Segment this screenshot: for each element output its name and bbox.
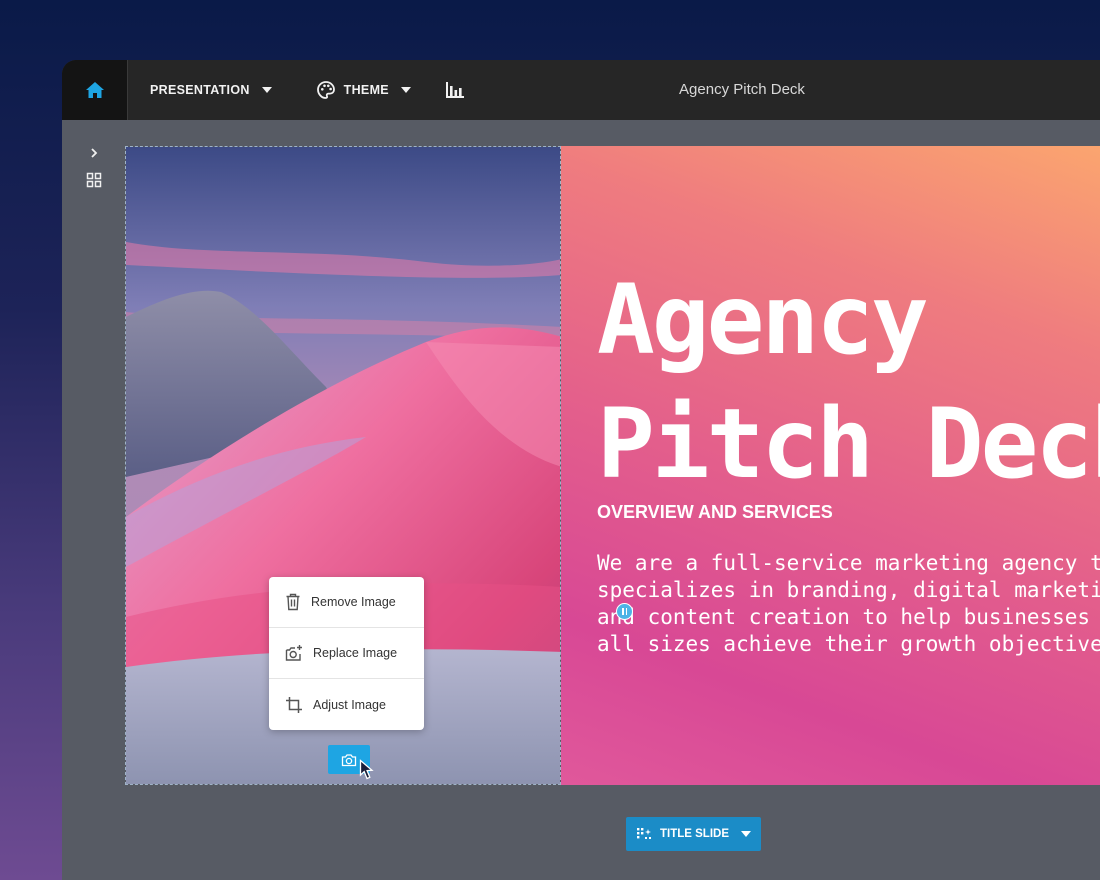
slide-subtitle[interactable]: OVERVIEW AND SERVICES: [597, 502, 833, 523]
mouse-cursor-icon: [359, 759, 374, 780]
slide-title[interactable]: Agency Pitch Deck: [597, 258, 1100, 506]
adjust-image-label: Adjust Image: [313, 697, 386, 712]
home-button[interactable]: [62, 60, 128, 120]
document-title[interactable]: Agency Pitch Deck: [622, 60, 862, 120]
crop-icon: [286, 696, 302, 713]
slide-title-line1: Agency: [597, 264, 929, 376]
bar-chart-icon: [445, 82, 464, 98]
chevron-down-icon: [261, 87, 272, 93]
remove-image-label: Remove Image: [311, 595, 396, 609]
palette-icon: [316, 81, 335, 99]
trash-icon: [286, 593, 300, 611]
image-context-menu: Remove Image Replace Image Adjust Image: [269, 577, 424, 730]
slide-layout-button[interactable]: TITLE SLIDE: [626, 817, 761, 851]
chevron-down-icon: [400, 87, 411, 93]
replace-image-label: Replace Image: [313, 646, 398, 660]
grid-view-icon[interactable]: [86, 172, 102, 188]
slide-text-panel[interactable]: Agency Pitch Deck OVERVIEW AND SERVICES …: [561, 146, 1100, 785]
adjust-image-item[interactable]: Adjust Image: [269, 679, 424, 730]
split-resize-handle[interactable]: [616, 603, 633, 620]
slide-layout-label: TITLE SLIDE: [660, 828, 729, 840]
camera-icon: [341, 753, 357, 766]
top-toolbar: PRESENTATION THEME Agency Pitch Deck: [62, 60, 1100, 120]
chevron-down-icon: [741, 831, 751, 837]
home-icon: [85, 82, 104, 98]
layout-sparkle-icon: [637, 828, 651, 839]
presentation-menu[interactable]: PRESENTATION: [150, 83, 272, 97]
theme-menu[interactable]: THEME: [316, 80, 411, 100]
slide-body-text[interactable]: We are a full-service marketing agency t…: [597, 550, 1100, 658]
analytics-button[interactable]: [445, 81, 465, 99]
replace-image-item[interactable]: Replace Image: [269, 628, 424, 679]
camera-plus-icon: [285, 645, 302, 661]
side-tools: [86, 146, 102, 188]
chevron-right-icon[interactable]: [87, 146, 101, 160]
theme-menu-label: THEME: [343, 83, 389, 97]
remove-image-item[interactable]: Remove Image: [269, 577, 424, 628]
app-window: PRESENTATION THEME Agency Pitch Deck Age…: [62, 60, 1100, 880]
presentation-menu-label: PRESENTATION: [150, 83, 250, 97]
slide-title-line2: Pitch Deck: [597, 388, 1100, 500]
